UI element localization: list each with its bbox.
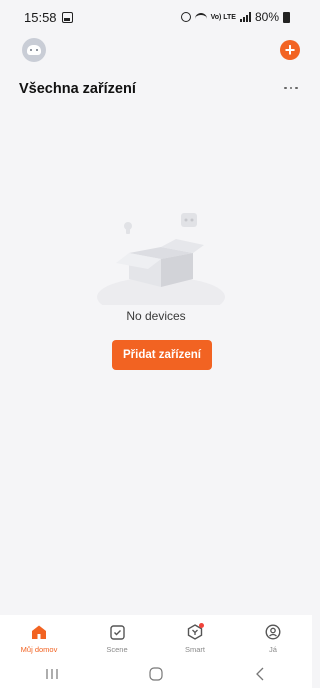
plus-icon: + [284,40,296,60]
status-right: Vo) LTE 80% [180,10,290,24]
network-indicator: Vo) LTE [210,13,236,21]
avatar[interactable] [22,38,46,62]
alarm-icon [180,12,191,22]
battery-icon [283,11,290,23]
back-system-button[interactable] [240,664,280,684]
notification-badge-icon [199,623,204,628]
battery-percent: 80% [254,10,279,24]
tab-label: Můj domov [20,645,58,654]
home-system-button[interactable] [136,664,176,684]
tab-label: Scene [106,645,128,654]
smart-icon [186,623,204,641]
floating-device-icon [181,213,197,227]
tab-label: Já [269,645,277,654]
status-left: 15:58 [24,10,73,25]
home-square-icon [149,667,163,681]
tab-my-home[interactable]: Můj domov [9,623,69,654]
signal-icon [239,12,251,22]
more-dot-icon [295,86,298,90]
tab-label: Smart [184,645,205,654]
profile-icon [264,623,282,641]
gallery-notification-icon [61,11,73,23]
bottom-nav: Můj domov Scene Smart Já [0,615,312,660]
empty-box-illustration [97,213,225,305]
floating-bulb-icon [124,222,132,234]
wifi-icon [194,12,207,22]
scene-icon [108,623,126,641]
more-options-button[interactable] [280,80,302,96]
status-bar: 15:58 Vo) LTE 80% [0,0,312,34]
status-time: 15:58 [24,9,57,25]
back-chevron-icon [256,667,264,681]
more-dot-icon [289,86,293,90]
page-title: Všechna zařízení [19,81,136,97]
add-device-cta-button[interactable]: Přidat zařízení [112,340,212,370]
system-nav-bar [0,660,312,688]
tab-me[interactable]: Já [243,623,303,654]
more-dot-icon [284,86,287,90]
home-icon [30,623,48,641]
robot-avatar-icon [27,45,41,55]
tab-smart[interactable]: Smart [165,623,225,654]
tab-scene[interactable]: Scene [87,623,147,654]
recent-apps-button[interactable] [32,664,72,684]
recent-apps-icon [46,669,58,679]
add-device-button[interactable]: + [280,40,300,60]
empty-state-message: No devices [126,309,186,323]
